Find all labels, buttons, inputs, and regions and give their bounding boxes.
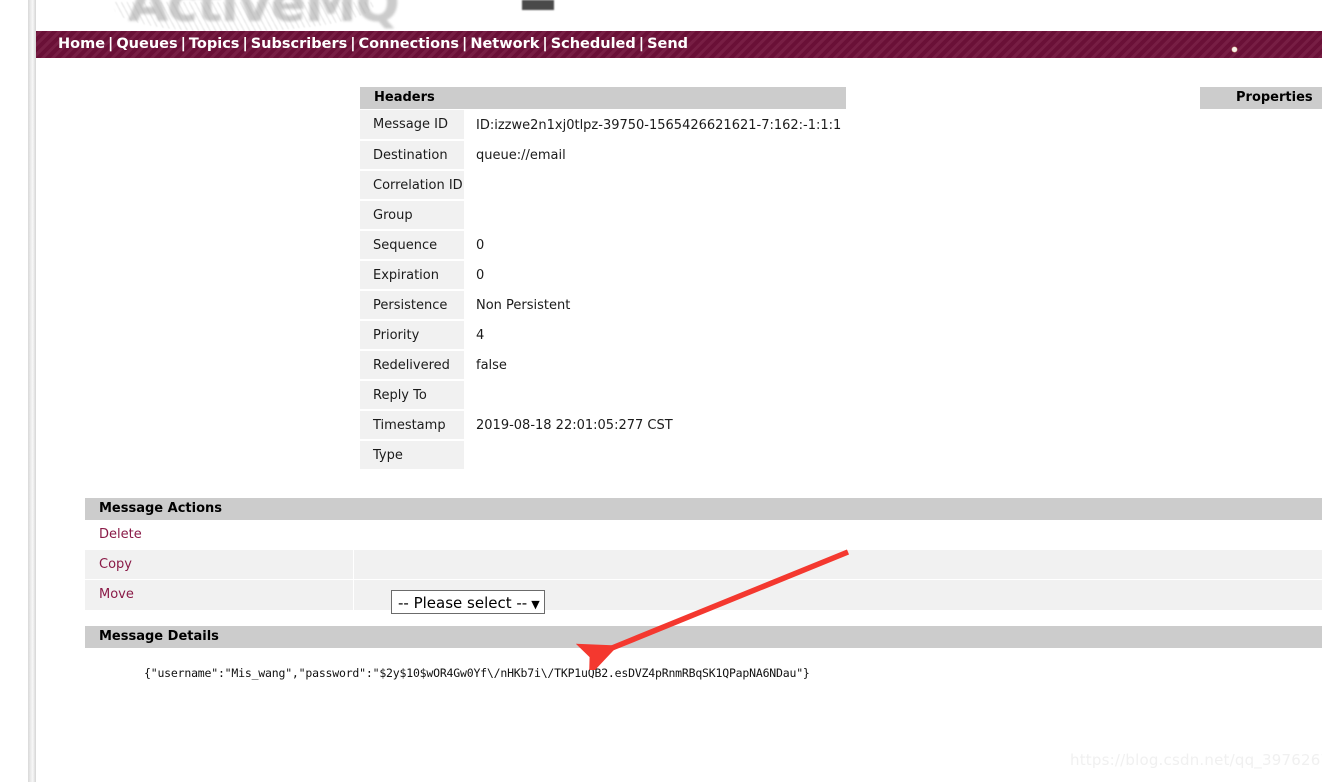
header-key: Redelivered — [360, 350, 464, 381]
nav-separator: | — [108, 36, 114, 52]
activemq-logo: ActiveMQ — [128, 0, 400, 31]
nav-separator: | — [542, 36, 548, 52]
nav-item-scheduled[interactable]: Scheduled — [551, 36, 636, 52]
header-value: 0 — [464, 260, 846, 290]
nav-item-send[interactable]: Send — [647, 36, 688, 52]
header-key: Message ID — [360, 110, 464, 141]
header-key: Destination — [360, 140, 464, 171]
chevron-down-icon: ▼ — [531, 598, 540, 611]
nav-item-subscribers[interactable]: Subscribers — [251, 36, 348, 52]
header-key: Timestamp — [360, 410, 464, 441]
action-row-copy[interactable]: Copy — [85, 550, 1322, 580]
table-row: Type — [360, 440, 846, 471]
header-key: Reply To — [360, 380, 464, 411]
nav-separator: | — [242, 36, 248, 52]
browser-left-gutter — [0, 0, 28, 782]
nav-item-network[interactable]: Network — [470, 36, 539, 52]
masthead: ActiveMQ — [36, 0, 1322, 31]
properties-panel: Properties — [1200, 87, 1322, 109]
watermark: https://blog.csdn.net/qq_39762674 — [1070, 751, 1322, 769]
message-actions-panel: Message Actions Delete Copy Move -- Plea… — [85, 498, 1322, 614]
header-value: 0 — [464, 230, 846, 260]
nav-separator: | — [462, 36, 468, 52]
message-details-section-title: Message Details — [85, 626, 1322, 648]
headers-section-title: Headers — [360, 87, 846, 109]
message-body-text: {"username":"Mis_wang","password":"$2y$1… — [144, 666, 810, 680]
header-key: Group — [360, 200, 464, 231]
table-row: Sequence 0 — [360, 230, 846, 261]
header-value: false — [464, 350, 846, 380]
header-key: Persistence — [360, 290, 464, 321]
header-value: ID:izzwe2n1xj0tlpz-39750-1565426621621-7… — [464, 110, 846, 140]
action-row-delete[interactable]: Delete — [85, 520, 1322, 550]
header-key: Priority — [360, 320, 464, 351]
nav-item-connections[interactable]: Connections — [359, 36, 460, 52]
header-value: Non Persistent — [464, 290, 846, 320]
main-navigation: Home | Queues | Topics | Subscribers | Connectio… — [36, 31, 1322, 58]
destination-select-wrapper: -- Please select -- ▼ — [391, 590, 545, 614]
header-key: Expiration — [360, 260, 464, 291]
table-row: Expiration 0 — [360, 260, 846, 291]
message-actions-body: Delete Copy Move -- Please select -- ▼ — [85, 520, 1322, 614]
activemq-logo-tail — [522, 0, 554, 10]
table-row: Priority 4 — [360, 320, 846, 351]
table-row: Reply To — [360, 380, 846, 411]
header-value: queue://email — [464, 140, 846, 170]
message-details-body: {"username":"Mis_wang","password":"$2y$1… — [85, 648, 1322, 680]
table-row: Redelivered false — [360, 350, 846, 381]
header-value — [464, 440, 846, 470]
table-row: Group — [360, 200, 846, 231]
nav-separator: | — [350, 36, 356, 52]
header-value: 2019-08-18 22:01:05:277 CST — [464, 410, 846, 440]
header-value — [464, 200, 846, 230]
page-root: ActiveMQ Home | Queues | Topics | Subscribers |… — [36, 0, 1322, 782]
nav-separator: | — [638, 36, 645, 52]
nav-separator: | — [180, 36, 186, 52]
header-key: Correlation ID — [360, 170, 464, 201]
nav-item-home[interactable]: Home — [58, 36, 105, 52]
nav-item-queues[interactable]: Queues — [116, 36, 177, 52]
delete-link[interactable]: Delete — [99, 520, 142, 550]
table-row: Destination queue://email — [360, 140, 846, 171]
properties-section-title: Properties — [1200, 87, 1322, 109]
nav-links: Home | Queues | Topics | Subscribers | Connectio… — [58, 31, 688, 58]
destination-select[interactable]: -- Please select -- ▼ — [391, 590, 545, 614]
move-link[interactable]: Move — [99, 580, 134, 610]
action-row-move[interactable]: Move — [85, 580, 1322, 610]
copy-link[interactable]: Copy — [99, 550, 132, 580]
table-row: Correlation ID — [360, 170, 846, 201]
message-details-panel: Message Details {"username":"Mis_wang","… — [85, 626, 1322, 680]
nav-status-dot-icon — [1232, 47, 1237, 52]
header-key: Sequence — [360, 230, 464, 261]
headers-panel: Headers Message ID ID:izzwe2n1xj0tlpz-39… — [360, 87, 846, 471]
table-row: Timestamp 2019-08-18 22:01:05:277 CST — [360, 410, 846, 441]
nav-item-topics[interactable]: Topics — [189, 36, 240, 52]
page-scrollbar[interactable] — [28, 0, 36, 782]
actions-divider — [353, 550, 354, 610]
destination-select-value: -- Please select -- — [398, 594, 528, 612]
message-actions-section-title: Message Actions — [85, 498, 1322, 520]
header-key: Type — [360, 440, 464, 471]
headers-table: Message ID ID:izzwe2n1xj0tlpz-39750-1565… — [360, 110, 846, 471]
header-value: 4 — [464, 320, 846, 350]
header-value — [464, 380, 846, 410]
table-row: Message ID ID:izzwe2n1xj0tlpz-39750-1565… — [360, 110, 846, 141]
header-value — [464, 170, 846, 200]
table-row: Persistence Non Persistent — [360, 290, 846, 321]
